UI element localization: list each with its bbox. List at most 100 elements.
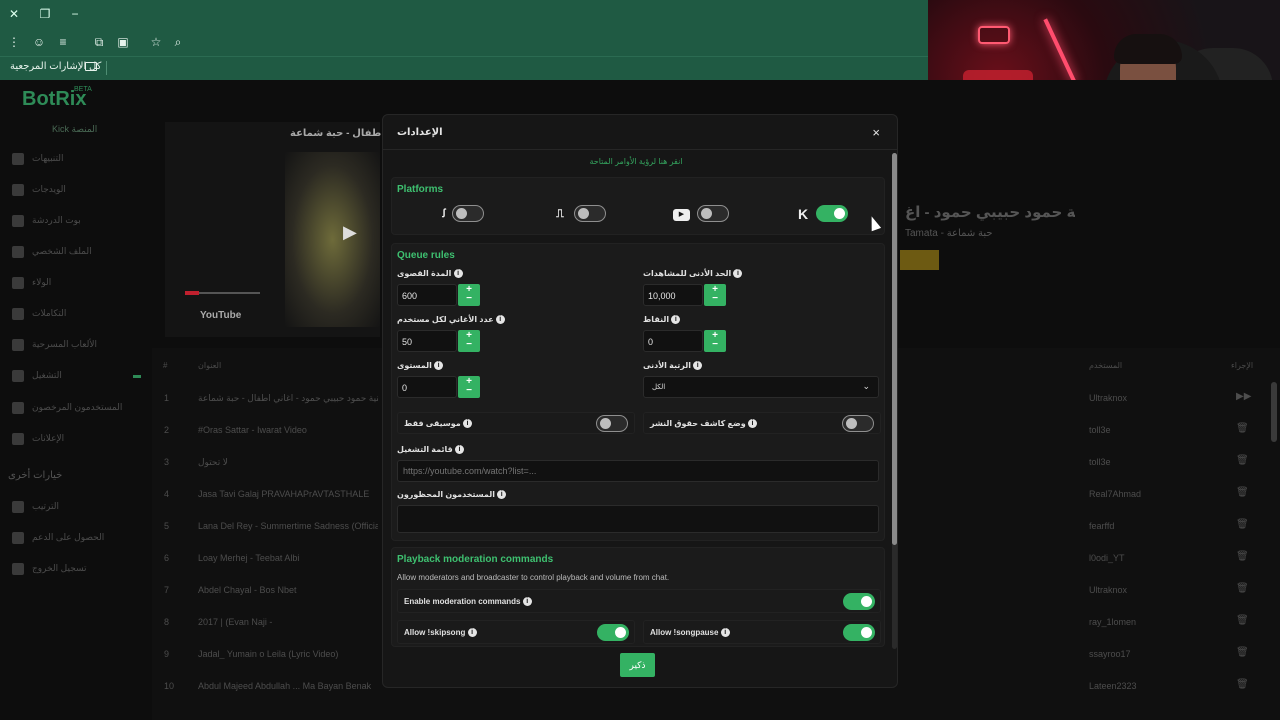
level-stepper[interactable]: + − (458, 376, 480, 398)
sidebar-item-widgets[interactable]: الويدجات (12, 181, 152, 201)
max-duration-stepper[interactable]: + − (458, 284, 480, 306)
play-icon[interactable]: ▶ (343, 222, 357, 243)
sidebar-item-playback[interactable]: التشغيل (12, 367, 152, 387)
youtube-brand: YouTube (200, 310, 242, 321)
min-rank-label: الرتبة الأدنى i (643, 361, 703, 371)
info-icon: i (462, 419, 472, 429)
help-icon (12, 532, 24, 544)
sidebar-item-profile[interactable]: الملف الشخصي (12, 243, 152, 263)
delete-icon[interactable]: 🗑 (1236, 423, 1249, 434)
kick-icon: K (797, 206, 809, 222)
min-views-input[interactable]: 10,000 (643, 284, 703, 306)
songs-per-user-stepper[interactable]: + − (458, 330, 480, 352)
twitch-icon: ⎍ (556, 208, 564, 220)
max-duration-input[interactable]: 600 (397, 284, 457, 306)
profile-icon[interactable]: ☺ (31, 34, 47, 50)
delete-icon[interactable]: 🗑 (1236, 679, 1249, 690)
page-scrollbar[interactable] (1271, 382, 1277, 442)
column-user: المستخدم (1089, 361, 1123, 370)
extensions-icon[interactable]: ⧉ (91, 34, 107, 50)
sidebar-item-loyalty[interactable]: الولاء (12, 274, 152, 294)
info-icon: i (497, 490, 507, 500)
video-thumbnail (285, 152, 380, 327)
info-icon: i (671, 315, 681, 325)
skipsong-toggle[interactable] (597, 624, 629, 641)
delete-icon[interactable]: 🗑 (1236, 583, 1249, 594)
column-number: # (163, 361, 168, 370)
trophy-icon (12, 277, 24, 289)
youtube-toggle[interactable] (697, 205, 729, 222)
chat-bot-icon (12, 215, 24, 227)
twitch-toggle[interactable] (574, 205, 606, 222)
songpause-toggle[interactable] (843, 624, 875, 641)
restore-window-icon[interactable]: ❐ (37, 6, 53, 22)
sidebar-item-ads[interactable]: الإعلانات (12, 430, 152, 450)
sidebar-item-alerts[interactable]: التنبيهات (12, 150, 152, 170)
modal-scrollbar-thumb[interactable] (892, 153, 897, 545)
menu-icon[interactable]: ⋮ (6, 34, 22, 50)
live-indicator (133, 375, 141, 378)
save-button[interactable]: ذكير (620, 653, 655, 677)
banned-users-input[interactable] (397, 505, 879, 533)
info-icon: i (747, 419, 757, 429)
playback-title: Playback moderation commands (397, 554, 554, 565)
points-label: النقاط i (643, 315, 681, 325)
banned-users-label: المستخدمون المحظورون i (397, 490, 507, 500)
delete-icon[interactable]: 🗑 (1236, 551, 1249, 562)
minimize-window-icon[interactable]: − (67, 6, 83, 22)
sidebar-item-support[interactable]: الحصول على الدعم (12, 529, 152, 549)
commands-link[interactable]: انقر هنا لرؤية الأوامر المتاحة (383, 157, 889, 166)
enable-moderation-toggle[interactable] (843, 593, 875, 610)
platforms-title: Platforms (397, 184, 444, 195)
delete-icon[interactable]: 🗑 (1236, 487, 1249, 498)
sidebar-item-games[interactable]: الألعاب المسرحية (12, 336, 152, 356)
sidebar-item-licensed-users[interactable]: المستخدمون المرخصون (12, 399, 152, 419)
trovo-toggle[interactable] (452, 205, 484, 222)
browser-chrome: ✕ ❐ − ⋮ ☺ ≡ ⧉ ▣ ☆ ⌕ كل الإشارات المرجعية (0, 0, 928, 80)
sidebar-item-integrations[interactable]: التكاملات (12, 305, 152, 325)
min-views-label: الحد الأدنى للمشاهدات i (643, 269, 743, 279)
widgets-icon (12, 184, 24, 196)
skip-icon[interactable]: ▶▶ (1236, 391, 1251, 402)
delete-icon[interactable]: 🗑 (1236, 519, 1249, 530)
bookmark-star-icon[interactable]: ☆ (148, 34, 164, 50)
chevron-down-icon: ⌄ (862, 381, 870, 391)
info-icon: i (495, 315, 505, 325)
screenshot-icon[interactable]: ▣ (115, 34, 131, 50)
sidebar-other-title: خيارات أخرى (8, 470, 63, 481)
min-views-stepper[interactable]: + − (704, 284, 726, 306)
close-icon[interactable]: × (872, 125, 880, 140)
points-stepper[interactable]: + − (704, 330, 726, 352)
info-icon: i (693, 361, 703, 371)
info-icon: i (522, 597, 532, 607)
now-playing-title: اغنية حمود حبيبي حمود - اغ (905, 204, 1075, 221)
sidebar-item-ranking[interactable]: الترتيب (12, 498, 152, 518)
songs-per-user-input[interactable]: 50 (397, 330, 457, 352)
music-only-row: موسيقى فقط i (397, 412, 635, 434)
level-input[interactable]: 0 (397, 376, 457, 398)
video-player[interactable]: ▶ YouTube (165, 122, 380, 337)
sidebar-item-logout[interactable]: تسجيل الخروج (12, 560, 152, 580)
kick-toggle[interactable] (816, 205, 848, 222)
delete-icon[interactable]: 🗑 (1236, 647, 1249, 658)
settings-modal: الإعدادات × انقر هنا لرؤية الأوامر المتا… (382, 114, 898, 688)
delete-icon[interactable]: 🗑 (1236, 455, 1249, 466)
copyright-toggle[interactable] (842, 415, 874, 432)
reading-list-icon[interactable]: ≡ (55, 34, 71, 50)
level-label: المستوى i (397, 361, 444, 371)
delete-icon[interactable]: 🗑 (1236, 615, 1249, 626)
logout-icon (12, 563, 24, 575)
points-input[interactable]: 0 (643, 330, 703, 352)
min-rank-select[interactable]: الكل ⌄ (643, 376, 879, 398)
close-window-icon[interactable]: ✕ (6, 6, 22, 22)
now-playing-action-button[interactable] (900, 250, 939, 270)
bookmarks-bar: كل الإشارات المرجعية (0, 56, 928, 80)
playlist-input[interactable] (397, 460, 879, 482)
sidebar-item-chatbot[interactable]: بوت الدردشة (12, 212, 152, 232)
search-icon[interactable]: ⌕ (170, 34, 186, 50)
users-icon (12, 402, 24, 414)
games-icon (12, 339, 24, 351)
column-title: العنوان (198, 361, 222, 370)
music-only-toggle[interactable] (596, 415, 628, 432)
songpause-row: Allow !songpause i (643, 620, 881, 644)
